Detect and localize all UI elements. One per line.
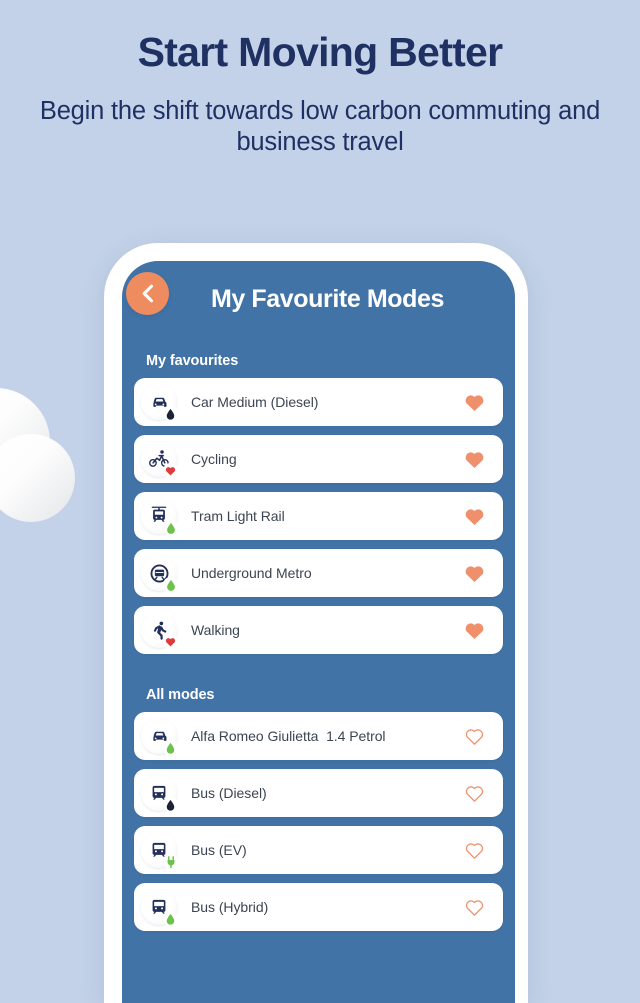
car-icon [141, 384, 178, 421]
chevron-left-icon [141, 284, 154, 303]
mode-row[interactable]: Tram Light Rail [134, 492, 503, 540]
tram-icon [141, 498, 178, 535]
metro-icon [141, 555, 178, 592]
walking-icon [141, 612, 178, 649]
mode-label: Bus (Diesel) [191, 785, 267, 801]
mode-list: My favourites Car Medium (Diesel) Cyclin… [122, 339, 515, 931]
page-subtitle: Begin the shift towards low carbon commu… [39, 97, 601, 157]
mode-row[interactable]: Underground Metro [134, 549, 503, 597]
hero-section: Start Moving Better Begin the shift towa… [0, 0, 640, 158]
app-header-title: My Favourite Modes [210, 285, 445, 313]
leaf-green-icon [163, 577, 178, 592]
section-label-my-favourites: My favourites [146, 353, 239, 369]
fuel-drop-green-icon [163, 740, 178, 755]
plug-green-icon [163, 854, 178, 869]
phone-screen: My Favourite Modes My favourites Car Med… [122, 261, 515, 1003]
cloud-decoration [0, 388, 82, 538]
section-label-all-modes: All modes [146, 687, 215, 703]
mode-row[interactable]: Alfa Romeo Giulietta 1.4 Petrol [134, 712, 503, 760]
heart-outline-icon[interactable] [463, 782, 485, 804]
mode-row[interactable]: Walking [134, 606, 503, 654]
mode-label: Walking [191, 622, 240, 638]
mode-row[interactable]: Bus (Diesel) [134, 769, 503, 817]
cloud-lobe-small [0, 434, 75, 522]
heart-outline-icon[interactable] [463, 725, 485, 747]
bus-icon [141, 775, 178, 812]
mode-row[interactable]: Bus (Hybrid) [134, 883, 503, 931]
heart-health-icon [163, 463, 178, 478]
heart-health-icon [163, 634, 178, 649]
mode-label: Alfa Romeo Giulietta 1.4 Petrol [191, 728, 386, 744]
heart-filled-icon[interactable] [463, 619, 485, 641]
mode-row[interactable]: Bus (EV) [134, 826, 503, 874]
heart-filled-icon[interactable] [463, 505, 485, 527]
mode-row[interactable]: Car Medium (Diesel) [134, 378, 503, 426]
mode-label: Bus (Hybrid) [191, 899, 269, 915]
mode-label: Tram Light Rail [191, 508, 285, 524]
cloud-lobe-large [0, 388, 50, 496]
leaf-green-icon [163, 520, 178, 535]
fuel-drop-green-icon [163, 911, 178, 926]
page-title: Start Moving Better [137, 29, 504, 75]
cycling-icon [141, 441, 178, 478]
heart-filled-icon[interactable] [463, 448, 485, 470]
mode-row[interactable]: Cycling [134, 435, 503, 483]
fuel-drop-dark-icon [163, 406, 178, 421]
bus-icon [141, 832, 178, 869]
car-icon [141, 718, 178, 755]
heart-filled-icon[interactable] [463, 391, 485, 413]
fuel-drop-dark-icon [163, 797, 178, 812]
mode-label: Underground Metro [191, 565, 312, 581]
mode-label: Bus (EV) [191, 842, 247, 858]
heart-outline-icon[interactable] [463, 839, 485, 861]
mode-label: Car Medium (Diesel) [191, 394, 319, 410]
heart-outline-icon[interactable] [463, 896, 485, 918]
back-button[interactable] [126, 272, 169, 315]
mode-label: Cycling [191, 451, 237, 467]
app-header: My Favourite Modes [122, 261, 515, 339]
heart-filled-icon[interactable] [463, 562, 485, 584]
